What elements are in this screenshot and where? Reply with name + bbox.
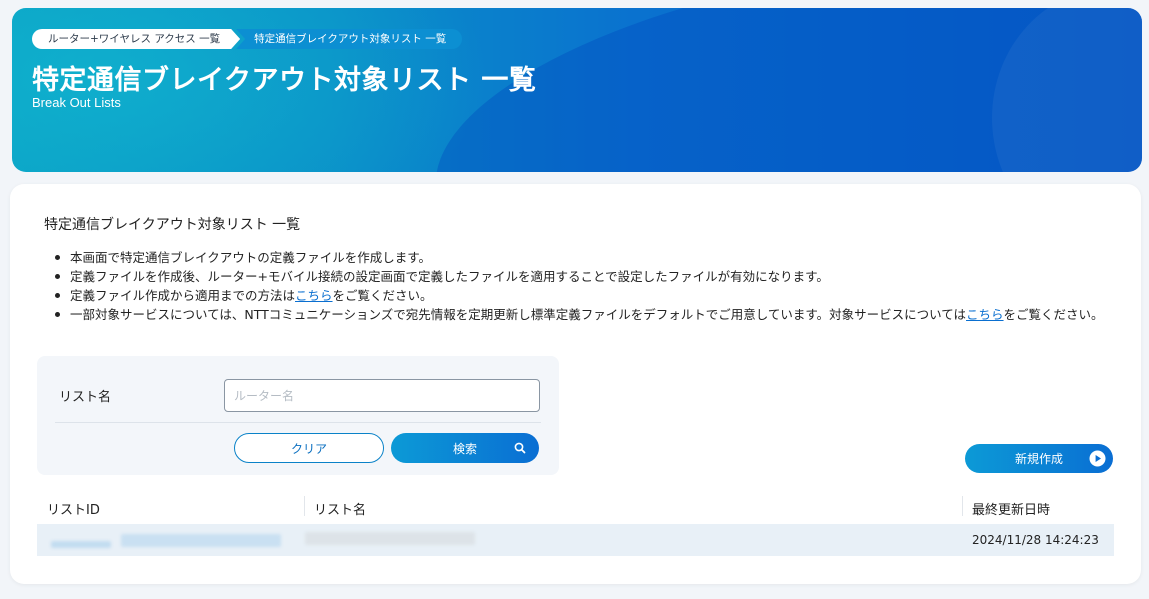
note-text: 本画面で特定通信ブレイクアウトの定義ファイルを作成します。 bbox=[70, 250, 432, 265]
breadcrumb: ルーター+ワイヤレス アクセス 一覧 特定通信ブレイクアウト対象リスト 一覧 bbox=[32, 29, 463, 49]
breadcrumb-item-router-list[interactable]: ルーター+ワイヤレス アクセス 一覧 bbox=[32, 29, 240, 49]
divider bbox=[55, 422, 541, 423]
note-item: 一部対象サービスについては、NTTコミュニケーションズで宛先情報を定期更新し標準… bbox=[52, 305, 1122, 324]
page-subtitle: Break Out Lists bbox=[32, 95, 121, 110]
page-header-banner: ルーター+ワイヤレス アクセス 一覧 特定通信ブレイクアウト対象リスト 一覧 特… bbox=[12, 8, 1142, 172]
list-name-input[interactable] bbox=[224, 379, 540, 412]
main-content-card: 特定通信ブレイクアウト対象リスト 一覧 本画面で特定通信ブレイクアウトの定義ファ… bbox=[10, 184, 1141, 584]
new-list-button-label: 新規作成 bbox=[1014, 452, 1063, 466]
note-text: をご覧ください。 bbox=[332, 288, 433, 303]
search-icon bbox=[514, 442, 526, 454]
info-notes-list: 本画面で特定通信ブレイクアウトの定義ファイルを作成します。 定義ファイルを作成後… bbox=[52, 248, 1122, 324]
breadcrumb-item-current: 特定通信ブレイクアウト対象リスト 一覧 bbox=[236, 29, 463, 49]
note-item: 定義ファイル作成から適用までの方法はこちらをご覧ください。 bbox=[52, 286, 1122, 305]
table-row[interactable]: 2024/11/28 14:24:23 bbox=[37, 524, 1114, 556]
note-text: 一部対象サービスについては、NTTコミュニケーションズで宛先情報を定期更新し標準… bbox=[70, 307, 967, 322]
list-name-label: リスト名 bbox=[59, 390, 112, 405]
clear-button-label: クリア bbox=[290, 441, 327, 456]
redacted-list-id[interactable] bbox=[51, 541, 111, 548]
cell-updated-datetime: 2024/11/28 14:24:23 bbox=[972, 533, 1099, 547]
column-header-updated[interactable]: 最終更新日時 bbox=[972, 499, 1050, 518]
search-button-label: 検索 bbox=[452, 441, 477, 456]
new-list-button[interactable]: 新規作成 bbox=[965, 444, 1113, 473]
play-circle-icon bbox=[1089, 450, 1106, 467]
section-title: 特定通信ブレイクアウト対象リスト 一覧 bbox=[44, 217, 301, 233]
howto-link[interactable]: こちら bbox=[295, 288, 333, 303]
table-header: リストID リスト名 最終更新日時 bbox=[37, 494, 1114, 522]
target-services-link[interactable]: こちら bbox=[966, 307, 1004, 322]
note-item: 定義ファイルを作成後、ルーター+モバイル接続の設定画面で定義したファイルを適用す… bbox=[52, 267, 1122, 286]
column-divider bbox=[304, 496, 305, 516]
note-text: 定義ファイル作成から適用までの方法は bbox=[70, 288, 296, 303]
note-text: をご覧ください。 bbox=[1003, 307, 1104, 322]
column-header-list-id[interactable]: リストID bbox=[47, 499, 100, 518]
column-divider bbox=[962, 496, 963, 516]
page-title: 特定通信ブレイクアウト対象リスト 一覧 bbox=[32, 65, 537, 96]
search-panel: リスト名 クリア 検索 bbox=[37, 356, 559, 475]
search-button[interactable]: 検索 bbox=[391, 433, 539, 463]
note-text: 定義ファイルを作成後、ルーター+モバイル接続の設定画面で定義したファイルを適用す… bbox=[70, 269, 829, 284]
clear-button[interactable]: クリア bbox=[234, 433, 384, 463]
note-item: 本画面で特定通信ブレイクアウトの定義ファイルを作成します。 bbox=[52, 248, 1122, 267]
redacted-list-id[interactable] bbox=[121, 534, 281, 547]
column-header-list-name[interactable]: リスト名 bbox=[314, 499, 366, 518]
redacted-list-name bbox=[305, 532, 475, 545]
